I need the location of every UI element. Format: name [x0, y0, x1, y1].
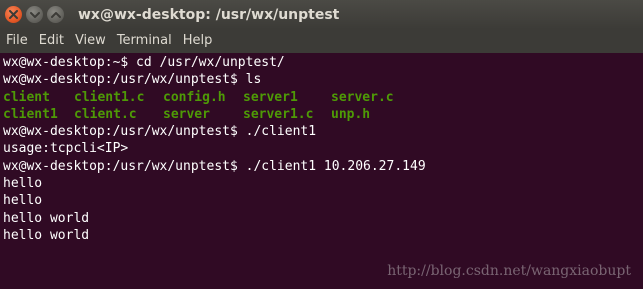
ls-entry: server.c — [331, 89, 394, 105]
terminal-line: hello world — [3, 227, 90, 243]
menu-file[interactable]: File — [0, 29, 33, 53]
ls-entry: client1.c — [74, 89, 145, 105]
terminal-line: hello — [3, 176, 43, 192]
ls-entry: server1.c — [243, 106, 314, 122]
ls-entry: client — [3, 89, 50, 105]
minimize-icon[interactable] — [26, 6, 43, 23]
ls-entry: unp.h — [331, 106, 371, 122]
menu-help[interactable]: Help — [177, 29, 218, 53]
title-bar: wx@wx-desktop: /usr/wx/unptest — [0, 0, 643, 29]
terminal-line: hello world — [3, 210, 90, 226]
menu-bar: File Edit View Terminal Help — [0, 29, 643, 53]
ls-output-row: client1 client.c server server1.c unp.h — [3, 106, 643, 123]
terminal-line: usage:tcpcli<IP> — [3, 141, 129, 157]
ls-entry: config.h — [163, 89, 226, 105]
window-title: wx@wx-desktop: /usr/wx/unptest — [78, 6, 340, 23]
ls-entry: server1 — [243, 89, 298, 105]
terminal-output[interactable]: wx@wx-desktop:~$ cd /usr/wx/unptest/ wx@… — [0, 53, 643, 289]
terminal-line: wx@wx-desktop:/usr/wx/unptest$ ./client1 — [3, 124, 317, 140]
terminal-line: hello — [3, 193, 43, 209]
menu-terminal[interactable]: Terminal — [111, 29, 177, 53]
terminal-line: wx@wx-desktop:~$ cd /usr/wx/unptest/ — [3, 55, 285, 70]
ls-output-row: client client1.c config.h server1 server… — [3, 89, 643, 106]
ls-entry: server — [163, 106, 210, 122]
maximize-icon[interactable] — [47, 6, 64, 23]
terminal-line: wx@wx-desktop:/usr/wx/unptest$ ./client1… — [3, 158, 426, 174]
terminal-line: wx@wx-desktop:/usr/wx/unptest$ ls — [3, 72, 262, 88]
close-icon[interactable] — [5, 6, 22, 23]
menu-edit[interactable]: Edit — [33, 29, 69, 53]
ls-entry: client.c — [74, 106, 137, 122]
menu-view[interactable]: View — [69, 29, 111, 53]
ls-entry: client1 — [3, 106, 58, 122]
watermark: http://blog.csdn.net/wangxiaobupt — [387, 263, 631, 279]
